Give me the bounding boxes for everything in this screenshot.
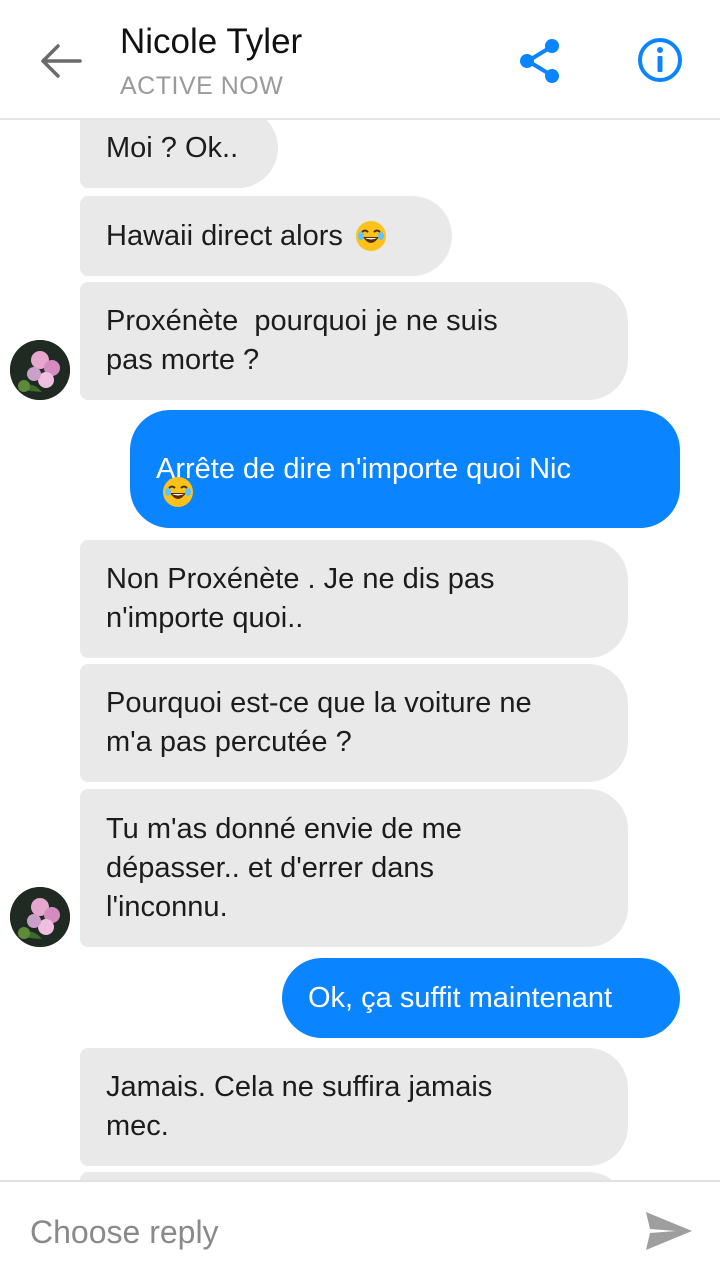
laughing-emoji-icon	[163, 477, 193, 507]
back-arrow-icon[interactable]	[36, 38, 86, 84]
reply-input[interactable]	[30, 1210, 590, 1254]
incoming-message[interactable]: Pourquoi est-ce que la voiture ne m'a pa…	[80, 664, 628, 782]
message-text: Proxénète pourquoi je ne suis pas morte …	[106, 305, 498, 376]
active-status: ACTIVE NOW	[120, 72, 284, 100]
share-icon[interactable]	[515, 36, 565, 86]
incoming-message[interactable]	[80, 1172, 628, 1180]
flower-avatar-image	[10, 887, 70, 947]
flower-avatar-image	[10, 340, 70, 400]
incoming-message[interactable]: Hawaii direct alors	[80, 196, 452, 276]
contact-name[interactable]: Nicole Tyler	[120, 22, 302, 62]
message-thread[interactable]: Moi ? Ok.. Hawaii direct alors Proxénète…	[0, 118, 720, 1180]
incoming-message[interactable]: Non Proxénète . Je ne dis pas n'importe …	[80, 540, 628, 658]
message-text: Tu m'as donné envie de me dépasser.. et …	[106, 812, 462, 923]
message-text: Jamais. Cela ne suffira jamais mec.	[106, 1071, 493, 1142]
incoming-message[interactable]: Proxénète pourquoi je ne suis pas morte …	[80, 282, 628, 400]
message-text: Hawaii direct alors	[106, 219, 351, 252]
outgoing-message[interactable]: Arrête de dire n'importe quoi Nic	[130, 410, 680, 528]
outgoing-message[interactable]: Ok, ça suffit maintenant	[282, 958, 680, 1038]
message-text: Non Proxénète . Je ne dis pas n'importe …	[106, 563, 495, 634]
contact-avatar[interactable]	[10, 340, 70, 400]
reply-bar	[0, 1180, 720, 1282]
send-icon[interactable]	[642, 1206, 696, 1256]
message-text: Ok, ça suffit maintenant	[308, 981, 613, 1014]
message-text: Moi ? Ok..	[106, 131, 239, 164]
contact-avatar[interactable]	[10, 887, 70, 947]
message-text: Arrête de dire n'importe quoi Nic	[156, 452, 571, 485]
incoming-message[interactable]: Jamais. Cela ne suffira jamais mec.	[80, 1048, 628, 1166]
incoming-message[interactable]: Tu m'as donné envie de me dépasser.. et …	[80, 789, 628, 947]
incoming-message[interactable]: Moi ? Ok..	[80, 118, 278, 188]
info-icon[interactable]	[636, 36, 684, 84]
conversation-header: Nicole Tyler ACTIVE NOW	[0, 0, 720, 120]
laughing-emoji-icon	[355, 221, 386, 251]
message-text: Pourquoi est-ce que la voiture ne m'a pa…	[106, 687, 532, 758]
